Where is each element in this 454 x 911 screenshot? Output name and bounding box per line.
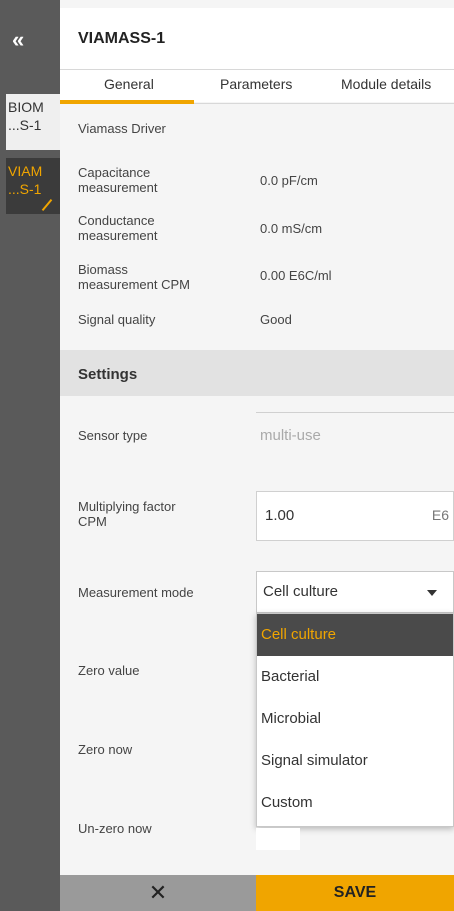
sensor-type-label: Sensor type (78, 428, 148, 443)
footer-sidebar-strip (0, 875, 60, 911)
menu-item-cell-culture[interactable]: Cell culture (257, 614, 453, 656)
conductance-label: Conductance measurement (78, 213, 157, 243)
signal-quality-value: Good (260, 312, 292, 327)
biomass-value: 0.00 E6C/ml (260, 268, 332, 283)
conductance-label-line2: measurement (78, 228, 158, 243)
biomass-label-line2: measurement CPM (78, 277, 190, 292)
biomass-label-line1: Biomass (78, 262, 128, 277)
multiplying-factor-label: Multiplying factor CPM (78, 499, 176, 529)
measurement-mode-select[interactable]: Cell culture (256, 571, 454, 613)
settings-section-title: Settings (60, 350, 454, 396)
close-icon: ✕ (148, 880, 168, 905)
sidebar: « BIOM ...S-1 VIAM ...S-1 (0, 0, 60, 911)
tab-bar: General Parameters Module details (60, 70, 454, 102)
collapse-icon[interactable]: « (0, 8, 60, 72)
sidebar-item-label-bottom: ...S-1 (8, 181, 42, 197)
menu-item-microbial[interactable]: Microbial (257, 698, 453, 740)
conductance-label-line1: Conductance (78, 213, 155, 228)
sidebar-item-viamass[interactable]: VIAM ...S-1 (6, 158, 60, 214)
tab-module-details[interactable]: Module details (341, 76, 431, 92)
multiplying-factor-label-line2: CPM (78, 514, 107, 529)
active-tab-indicator (60, 100, 194, 104)
pencil-icon (41, 198, 53, 212)
measurement-mode-label: Measurement mode (78, 585, 194, 600)
header: VIAMASS-1 (60, 8, 454, 70)
signal-quality-label: Signal quality (78, 312, 156, 327)
menu-item-custom[interactable]: Custom (257, 782, 453, 824)
multiplying-factor-value: 1.00 (265, 507, 295, 524)
measurement-mode-value: Cell culture (263, 583, 339, 600)
multiplying-factor-input[interactable]: 1.00 E6 (256, 491, 454, 541)
sidebar-item-label-top: VIAM (8, 163, 43, 179)
capacitance-value: 0.0 pF/cm (260, 173, 318, 188)
sidebar-item-label-bottom: ...S-1 (8, 117, 42, 133)
cancel-button[interactable]: ✕ (60, 875, 256, 911)
save-button[interactable]: SAVE (256, 875, 454, 911)
menu-item-signal-simulator[interactable]: Signal simulator (257, 740, 453, 782)
multiplying-factor-label-line1: Multiplying factor (78, 499, 176, 514)
sidebar-item-label-top: BIOM (8, 99, 44, 115)
unzero-now-button[interactable] (256, 828, 300, 850)
conductance-value: 0.0 mS/cm (260, 221, 323, 236)
top-strip (60, 0, 454, 8)
driver-label: Viamass Driver (78, 121, 166, 136)
zero-now-label: Zero now (78, 742, 133, 757)
page-title: VIAMASS-1 (78, 30, 166, 47)
measurement-mode-menu: Cell culture Bacterial Microbial Signal … (256, 613, 454, 827)
sensor-type-field: multi-use (256, 412, 454, 456)
chevron-down-icon (427, 590, 437, 596)
multiplying-factor-unit: E6 (431, 507, 449, 523)
capacitance-label: Capacitance measurement (78, 165, 157, 195)
tab-general[interactable]: General (104, 76, 154, 92)
sidebar-item-biomass[interactable]: BIOM ...S-1 (6, 94, 60, 150)
footer-bar: ✕ SAVE (0, 875, 454, 911)
capacitance-label-line2: measurement (78, 180, 158, 195)
biomass-label: Biomass measurement CPM (78, 262, 190, 292)
main-panel: VIAMASS-1 General Parameters Module deta… (60, 0, 454, 911)
tab-parameters[interactable]: Parameters (220, 76, 292, 92)
zero-value-label: Zero value (78, 663, 140, 678)
capacitance-label-line1: Capacitance (78, 165, 151, 180)
menu-item-bacterial[interactable]: Bacterial (257, 656, 453, 698)
unzero-now-label: Un-zero now (78, 821, 152, 836)
